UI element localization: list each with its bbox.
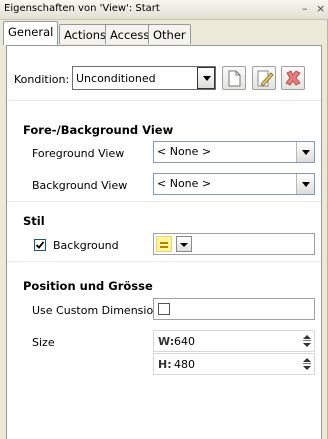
spinner-arrows-icon[interactable] xyxy=(303,357,311,371)
tab-access[interactable]: Access xyxy=(105,24,155,44)
height-value: 480 xyxy=(174,358,195,371)
condition-label: Kondition: xyxy=(14,73,70,86)
divider xyxy=(7,201,321,202)
chevron-down-icon[interactable] xyxy=(296,142,314,162)
tab-other[interactable]: Other xyxy=(148,24,191,44)
checkmark-icon xyxy=(35,241,45,249)
close-button[interactable]: × xyxy=(316,2,325,16)
foreground-view-select[interactable]: < None > xyxy=(153,141,315,163)
background-checkbox[interactable] xyxy=(34,239,46,251)
stil-heading: Stil xyxy=(23,214,45,228)
general-panel: Kondition: Unconditioned Fore-/Backgroun… xyxy=(6,45,322,439)
chevron-down-icon[interactable] xyxy=(296,174,314,194)
new-condition-button[interactable] xyxy=(222,66,246,90)
chevron-down-icon[interactable] xyxy=(197,67,215,89)
condition-select[interactable]: Unconditioned xyxy=(72,66,216,90)
width-spinner[interactable]: W: 640 xyxy=(153,330,315,352)
background-view-label: Background View xyxy=(32,179,128,192)
edit-icon xyxy=(257,70,274,87)
title-bar[interactable]: Eigenschaften von 'View': Start – × xyxy=(0,0,328,20)
background-view-select[interactable]: < None > xyxy=(153,173,315,195)
window-title: Eigenschaften von 'View': Start xyxy=(4,3,160,14)
height-spinner[interactable]: H: 480 xyxy=(153,353,315,375)
custom-dimension-field xyxy=(153,298,315,320)
width-value: 640 xyxy=(174,335,195,348)
foreground-view-value: < None > xyxy=(157,145,212,158)
color-swatch-icon xyxy=(156,236,172,252)
background-color-picker[interactable] xyxy=(153,233,315,255)
divider xyxy=(7,261,321,262)
tab-bar: General Actions Access Other xyxy=(0,20,328,46)
minimize-button[interactable]: – xyxy=(302,2,308,16)
fore-background-heading: Fore-/Background View xyxy=(23,123,174,137)
tab-actions[interactable]: Actions xyxy=(59,24,112,44)
spinner-arrows-icon[interactable] xyxy=(303,334,311,348)
properties-window: Eigenschaften von 'View': Start – × Gene… xyxy=(0,0,328,439)
foreground-view-label: Foreground View xyxy=(32,147,125,160)
delete-icon xyxy=(285,70,301,86)
custom-dimension-checkbox[interactable] xyxy=(158,303,170,315)
size-label: Size xyxy=(32,336,55,349)
width-prefix: W: xyxy=(158,335,175,348)
custom-dimension-label: Use Custom Dimension xyxy=(32,304,161,317)
height-prefix: H: xyxy=(158,358,172,371)
divider xyxy=(7,100,321,101)
condition-value: Unconditioned xyxy=(76,72,156,85)
background-view-value: < None > xyxy=(157,177,212,190)
tab-general[interactable]: General xyxy=(3,21,59,45)
background-label: Background xyxy=(53,239,119,252)
new-icon xyxy=(228,70,241,87)
chevron-down-icon[interactable] xyxy=(176,236,192,252)
delete-condition-button[interactable] xyxy=(281,66,305,90)
edit-condition-button[interactable] xyxy=(252,66,276,90)
position-heading: Position und Grösse xyxy=(23,279,153,293)
